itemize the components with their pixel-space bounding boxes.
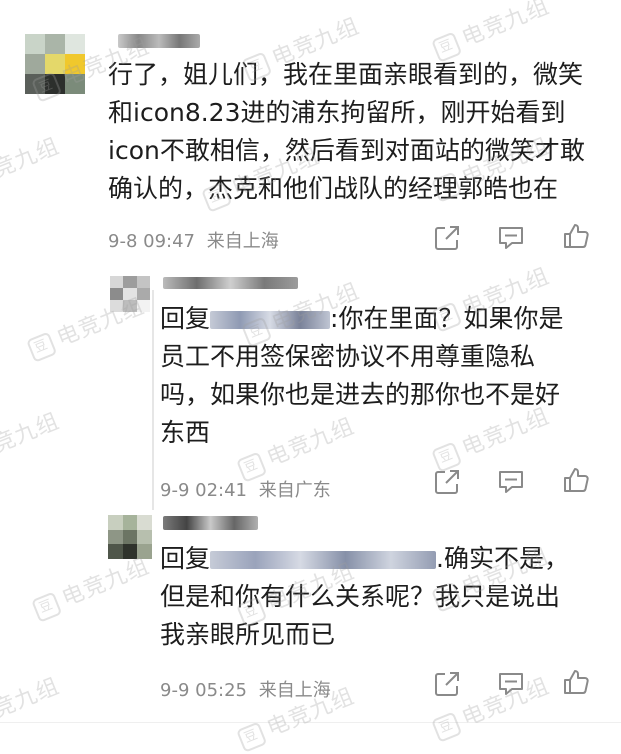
- reply-date: 9-9 02:41: [160, 480, 247, 501]
- like-icon: [564, 670, 589, 694]
- reply-source: 来自广东: [258, 480, 331, 501]
- comment-icon: [499, 673, 523, 695]
- reply-meta: 9-9 02:41 来自广东: [160, 476, 337, 502]
- watermark: 豆电竞九组: [0, 133, 64, 192]
- reply-meta: 9-9 05:25 来自上海: [160, 676, 337, 702]
- avatar[interactable]: [110, 276, 150, 312]
- reply-prefix: 回复: [160, 304, 211, 333]
- avatar[interactable]: [108, 515, 152, 559]
- reply-text: 回复:你在里面？如果你是员工不用签保密协议不用尊重隐私吗，如果你也是进去的那你也…: [160, 304, 564, 447]
- comment-date: 9-8 09:47: [108, 231, 195, 252]
- like-button[interactable]: [562, 466, 590, 494]
- reply-thread-line: [152, 290, 154, 510]
- share-icon: [435, 672, 459, 696]
- divider: [0, 722, 621, 723]
- pixelated-avatar-image: [25, 34, 85, 94]
- comment-text: 行了，姐儿们，我在里面亲眼看到的，微笑和icon8.23进的浦东拘留所，刚开始看…: [108, 60, 585, 203]
- username-redacted[interactable]: [118, 34, 200, 48]
- reply-text: 回复 .确实不是，但是和你有什么关系呢？我只是说出我亲眼所见而已: [160, 544, 569, 649]
- comment-button[interactable]: [497, 670, 525, 698]
- username-redacted[interactable]: [163, 516, 258, 530]
- reply-source: 来自上海: [258, 680, 331, 701]
- share-icon: [435, 470, 459, 494]
- like-icon: [564, 468, 589, 492]
- reply-date: 9-9 05:25: [160, 680, 247, 701]
- like-button[interactable]: [562, 222, 590, 250]
- pixelated-avatar-image: [108, 515, 152, 559]
- like-button[interactable]: [562, 668, 590, 696]
- mention-redacted[interactable]: [210, 551, 437, 569]
- watermark: 豆电竞九组: [0, 673, 64, 732]
- comment-source: 来自上海: [206, 231, 279, 252]
- share-icon: [435, 226, 459, 250]
- share-button[interactable]: [433, 224, 461, 252]
- comment-button[interactable]: [497, 224, 525, 252]
- like-icon: [564, 224, 589, 248]
- share-button[interactable]: [433, 468, 461, 496]
- share-button[interactable]: [433, 670, 461, 698]
- watermark: 豆电竞九组: [428, 0, 553, 64]
- pixelated-avatar-image: [110, 276, 150, 312]
- comment-icon: [499, 471, 523, 493]
- avatar[interactable]: [25, 34, 85, 94]
- username-redacted[interactable]: [163, 277, 298, 289]
- comment-meta: 9-8 09:47 来自上海: [108, 227, 285, 253]
- comment-icon: [499, 227, 523, 249]
- mention-redacted[interactable]: [210, 311, 331, 329]
- watermark: 豆电竞九组: [0, 408, 64, 467]
- reply-prefix: 回复: [160, 544, 211, 573]
- watermark: 豆电竞九组: [28, 548, 153, 623]
- comment-button[interactable]: [497, 468, 525, 496]
